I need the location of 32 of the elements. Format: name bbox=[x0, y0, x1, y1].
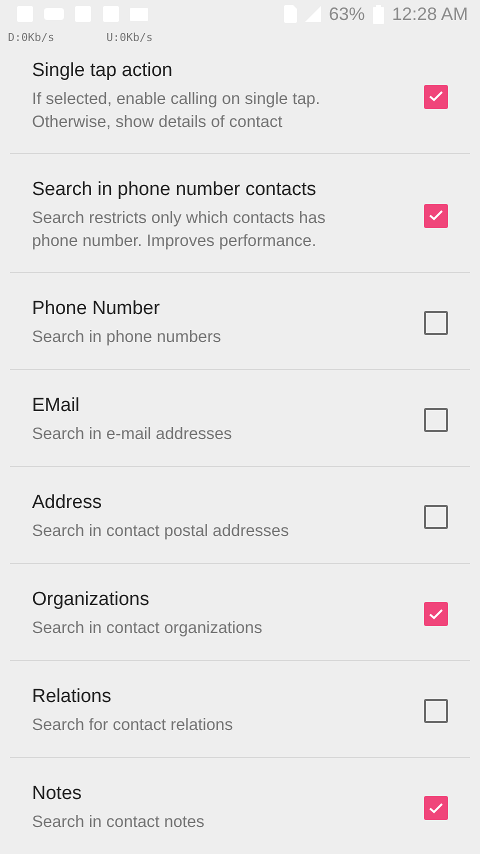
setting-title: EMail bbox=[32, 394, 81, 418]
setting-summary: Search in contact postal addresses bbox=[32, 521, 290, 542]
checkbox[interactable] bbox=[424, 311, 448, 335]
checkbox[interactable] bbox=[424, 505, 448, 529]
setting-title: Notes bbox=[32, 782, 83, 806]
setting-summary: Search in contact organizations bbox=[32, 618, 264, 639]
setting-summary: Search restricts only which contacts has phone number. Improves performance. bbox=[32, 208, 326, 252]
checkbox[interactable] bbox=[424, 796, 448, 820]
check-icon bbox=[429, 608, 443, 620]
check-icon bbox=[429, 91, 443, 102]
upload-speed: U:0Kb/s bbox=[106, 31, 153, 44]
battery-percent: 63% bbox=[328, 4, 365, 25]
check-icon bbox=[429, 210, 443, 221]
setting-summary: Search for contact relations bbox=[32, 715, 234, 736]
checkbox[interactable] bbox=[424, 699, 448, 723]
check-icon bbox=[429, 802, 443, 814]
setting-summary: Search in contact notes bbox=[32, 812, 206, 833]
setting-title: Address bbox=[32, 491, 103, 515]
setting-title: Phone Number bbox=[32, 297, 161, 321]
checkbox[interactable] bbox=[424, 602, 448, 626]
download-speed: D:0Kb/s bbox=[8, 31, 54, 44]
setting-summary: If selected, enable calling on single tap. Otherwise, show details of contact bbox=[32, 89, 322, 133]
setting-title: Relations bbox=[32, 685, 112, 709]
setting-title: Search in phone number contacts bbox=[32, 178, 318, 202]
checkbox[interactable] bbox=[424, 204, 448, 228]
checkbox[interactable] bbox=[424, 84, 448, 108]
setting-summary: Search in phone numbers bbox=[32, 327, 222, 348]
checkbox[interactable] bbox=[424, 408, 448, 432]
clock: 12:28 AM bbox=[392, 4, 468, 25]
setting-summary: Search in e-mail addresses bbox=[32, 424, 233, 445]
setting-title: Organizations bbox=[32, 588, 150, 612]
setting-title: Single tap action bbox=[32, 59, 174, 83]
